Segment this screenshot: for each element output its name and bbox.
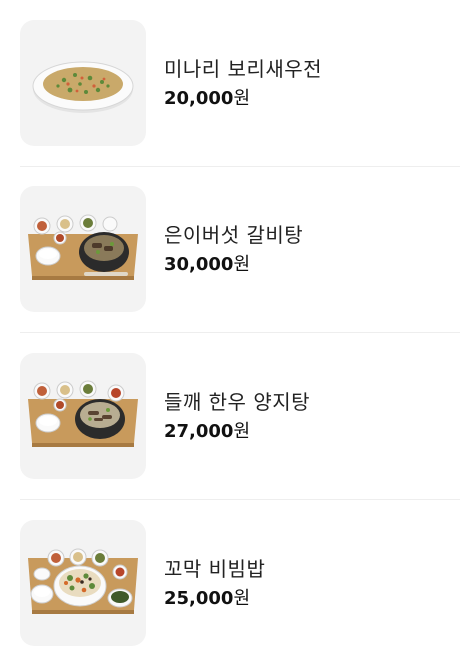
price-value: 27,000: [164, 421, 233, 442]
price-unit: 원: [233, 254, 250, 275]
bibimbap-tray-icon: [20, 520, 146, 646]
galbitang-tray-icon: [20, 186, 146, 312]
menu-item-3[interactable]: 들깨 한우 양지탕 27,000원: [20, 333, 460, 500]
price-value: 30,000: [164, 254, 233, 275]
menu-item-price: 30,000원: [164, 253, 303, 277]
menu-item-price: 25,000원: [164, 587, 265, 611]
price-value: 20,000: [164, 88, 233, 109]
price-unit: 원: [233, 88, 250, 109]
menu-item-price: 20,000원: [164, 87, 322, 111]
menu-item-2[interactable]: 은이버섯 갈비탕 30,000원: [20, 167, 460, 334]
menu-item-name: 은이버섯 갈비탕: [164, 221, 303, 249]
price-unit: 원: [233, 588, 250, 609]
seafood-pancake-plate-icon: [20, 20, 146, 146]
menu-item-info: 미나리 보리새우전 20,000원: [164, 55, 322, 111]
menu-list: 미나리 보리새우전 20,000원: [20, 0, 460, 666]
price-value: 25,000: [164, 588, 233, 609]
menu-item-price: 27,000원: [164, 420, 310, 444]
menu-item-4[interactable]: 꼬막 비빔밥 25,000원: [20, 500, 460, 666]
menu-item-info: 꼬막 비빔밥 25,000원: [164, 555, 265, 611]
yangjitang-tray-icon: [20, 353, 146, 479]
menu-item-info: 은이버섯 갈비탕 30,000원: [164, 221, 303, 277]
menu-item-info: 들깨 한우 양지탕 27,000원: [164, 388, 310, 444]
menu-item-name: 미나리 보리새우전: [164, 55, 322, 83]
menu-item-1[interactable]: 미나리 보리새우전 20,000원: [20, 0, 460, 167]
menu-item-name: 들깨 한우 양지탕: [164, 388, 310, 416]
menu-item-name: 꼬막 비빔밥: [164, 555, 265, 583]
price-unit: 원: [233, 421, 250, 442]
